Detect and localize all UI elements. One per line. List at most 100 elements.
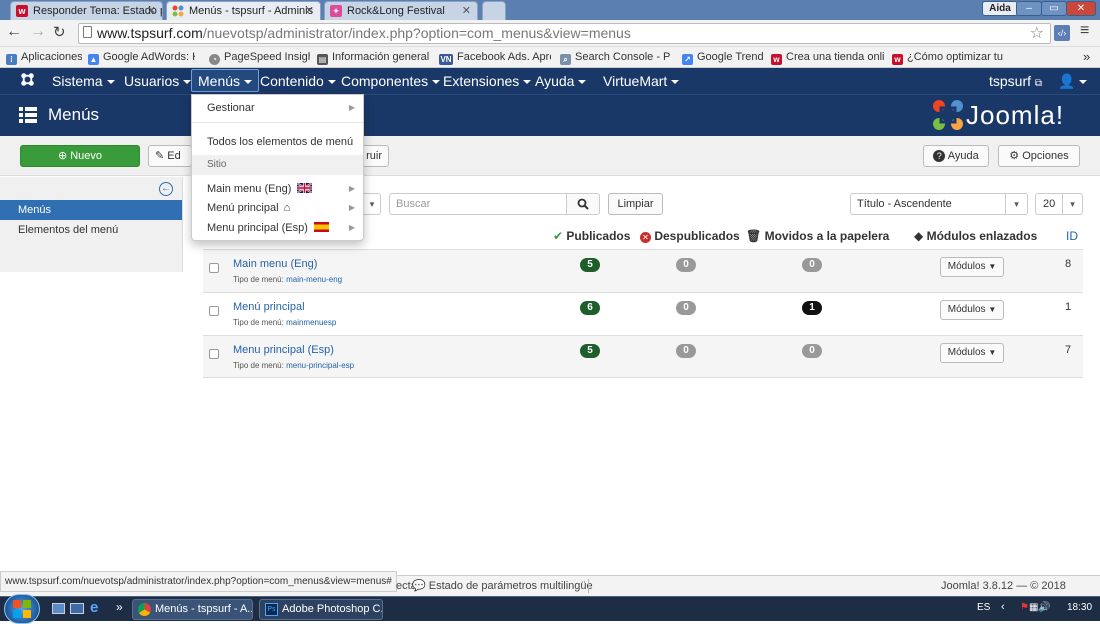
clear-button[interactable]: Limpiar	[608, 193, 663, 215]
nav-menus[interactable]: Menús	[191, 69, 260, 92]
taskbar-more[interactable]: »	[116, 600, 123, 614]
unpublished-badge[interactable]: 0	[676, 301, 696, 315]
ie-icon[interactable]: e	[90, 599, 98, 616]
trashed-badge[interactable]: 1	[802, 301, 822, 315]
maximize-icon[interactable]: ▭	[1041, 1, 1067, 16]
minimize-icon[interactable]: –	[1016, 1, 1042, 16]
menu-icon[interactable]: ≡	[1080, 22, 1089, 40]
dropdown-item-all-items[interactable]: Todos los elementos de menú	[192, 132, 363, 152]
w-logo-icon: w	[16, 5, 28, 17]
address-bar[interactable]: www.tspsurf.com/nuevotsp/administrator/i…	[78, 23, 1051, 44]
dropdown-item-menu-principal[interactable]: Menú principal ⌂ ▶	[192, 198, 363, 218]
nav-contenido[interactable]: Contenido	[260, 68, 336, 94]
col-modules[interactable]: ◆ Módulos enlazados	[914, 229, 1037, 243]
taskbar-chrome-window[interactable]: Menús - tspsurf - A...	[132, 599, 253, 620]
trashed-badge[interactable]: 0	[802, 258, 822, 272]
limit-select[interactable]: 20 ▾	[1035, 193, 1083, 215]
published-badge[interactable]: 6	[580, 301, 600, 315]
row-checkbox[interactable]	[209, 349, 219, 359]
caret-down-icon: ▾	[1062, 194, 1082, 214]
row-checkbox[interactable]	[209, 306, 219, 316]
tray-icons[interactable]: ⚑▦🔊	[1020, 602, 1064, 613]
options-button[interactable]: ⚙ Opciones	[998, 145, 1080, 167]
browser-tab-menus[interactable]: Menús - tspsurf - Adminis ✕	[166, 1, 321, 20]
edit-button[interactable]: ✎ Ed	[148, 145, 192, 167]
help-button[interactable]: ? Ayuda	[923, 145, 989, 167]
collapse-sidebar-icon[interactable]: ←	[159, 182, 173, 196]
multilang-status[interactable]: 💬 Estado de parámetros multilingüe	[412, 576, 593, 596]
nav-virtuemart[interactable]: VirtueMart	[603, 68, 680, 94]
new-tab-button[interactable]	[482, 1, 506, 20]
sidebar-item-menu-items[interactable]: Elementos del menú	[18, 221, 118, 239]
menu-title-link[interactable]: Menú principal	[233, 301, 305, 313]
bookmark-info[interactable]: ▤ Información general s	[317, 47, 429, 67]
show-desktop-icon[interactable]	[52, 603, 65, 614]
search-button[interactable]	[566, 193, 600, 215]
modules-button[interactable]: Módulos ▼	[940, 343, 1004, 363]
bookmark-apps[interactable]: ⁞ Aplicaciones	[6, 47, 82, 67]
search-input[interactable]: Buscar	[389, 193, 567, 215]
bookmarks-more[interactable]: »	[1083, 47, 1097, 67]
taskbar-photoshop-window[interactable]: Ps Adobe Photoshop C...	[259, 599, 383, 620]
close-tab-icon[interactable]: ✕	[147, 2, 156, 20]
start-button[interactable]	[4, 594, 40, 624]
nav-sistema[interactable]: Sistema	[52, 68, 115, 94]
bookmark-pagespeed[interactable]: ◔PageSpeed Insights	[209, 47, 310, 67]
dropdown-item-main-menu-eng[interactable]: Main menu (Eng) ▶	[192, 179, 363, 199]
close-window-icon[interactable]: ✕	[1066, 1, 1096, 16]
browser-tab-responder[interactable]: w Responder Tema: Estado p ✕	[10, 1, 163, 20]
bookmarks-bar: ⁞Aplicaciones ▲Google AdWords: Key ◔Page…	[0, 47, 1100, 68]
chevron-right-icon: ▶	[348, 203, 355, 212]
forward-arrow-icon[interactable]: →	[30, 23, 46, 41]
sidebar-item-menus[interactable]: Menús	[0, 200, 182, 220]
bookmark-adwords[interactable]: ▲Google AdWords: Key	[88, 47, 195, 67]
col-id[interactable]: ID	[1066, 229, 1078, 243]
unpublished-badge[interactable]: 0	[676, 344, 696, 358]
dropdown-item-menu-principal-esp[interactable]: Menu principal (Esp) ▶	[192, 218, 363, 238]
nav-site-link[interactable]: tspsurf ⧉	[989, 68, 1042, 94]
published-badge[interactable]: 5	[580, 344, 600, 358]
trash-icon: 🗑	[746, 229, 762, 243]
joomla-icon	[172, 5, 184, 17]
new-button[interactable]: ⊕ Nuevo	[20, 145, 140, 167]
trashed-badge[interactable]: 0	[802, 344, 822, 358]
nav-extensiones[interactable]: Extensiones	[443, 68, 532, 94]
nav-componentes[interactable]: Componentes	[341, 68, 441, 94]
nav-ayuda[interactable]: Ayuda	[535, 68, 587, 94]
close-tab-icon[interactable]: ✕	[462, 2, 471, 20]
explorer-icon[interactable]	[70, 603, 84, 614]
browser-tab-rocklong[interactable]: ✦ Rock&Long Festival ✕	[324, 1, 478, 20]
uk-flag-icon	[297, 183, 313, 193]
joomla-home-icon[interactable]	[20, 68, 35, 94]
bookmark-optimizar[interactable]: w ¿Cómo optimizar tu si	[892, 47, 1005, 67]
col-published[interactable]: ✔ Publicados	[553, 229, 630, 243]
menu-title-link[interactable]: Main menu (Eng)	[233, 258, 317, 270]
bookmark-facebook-ads[interactable]: VNFacebook Ads. Aprend	[439, 47, 551, 67]
caret-down-icon	[244, 80, 253, 84]
nav-user-menu[interactable]: 👤	[1058, 68, 1088, 94]
sort-select[interactable]: Título - Ascendente ▾	[850, 193, 1028, 215]
profile-badge[interactable]: Aida	[982, 1, 1018, 16]
tray-expand-icon[interactable]: ‹	[1001, 601, 1005, 613]
dropdown-item-manage[interactable]: Gestionar ▶	[192, 98, 363, 118]
bookmark-tienda[interactable]: w Crea una tienda onlin	[771, 47, 884, 67]
menu-title-link[interactable]: Menu principal (Esp)	[233, 344, 334, 356]
filter-select-caret[interactable]: ▾	[364, 193, 381, 215]
modules-button[interactable]: Módulos ▼	[940, 300, 1004, 320]
reload-icon[interactable]: ↻	[53, 23, 66, 41]
nav-usuarios[interactable]: Usuarios	[124, 68, 192, 94]
bookmark-trends[interactable]: ↗ Google Trends	[682, 47, 764, 67]
joomla-logo: Joomla!	[932, 99, 1082, 133]
modules-button[interactable]: Módulos ▼	[940, 257, 1004, 277]
extension-icon[interactable]: ‹/›	[1054, 25, 1070, 41]
unpublished-badge[interactable]: 0	[676, 258, 696, 272]
bookmark-search-console[interactable]: ⌕Search Console - Pág	[560, 47, 670, 67]
col-unpublished[interactable]: ✕ Despublicados	[640, 229, 740, 243]
published-badge[interactable]: 5	[580, 258, 600, 272]
back-arrow-icon[interactable]: ←	[6, 23, 22, 41]
close-tab-icon[interactable]: ✕	[305, 2, 314, 20]
row-checkbox[interactable]	[209, 263, 219, 273]
col-trashed[interactable]: 🗑 Movidos a la papelera	[746, 229, 889, 243]
star-icon[interactable]: ☆	[1030, 24, 1044, 43]
language-indicator[interactable]: ES	[977, 602, 990, 613]
